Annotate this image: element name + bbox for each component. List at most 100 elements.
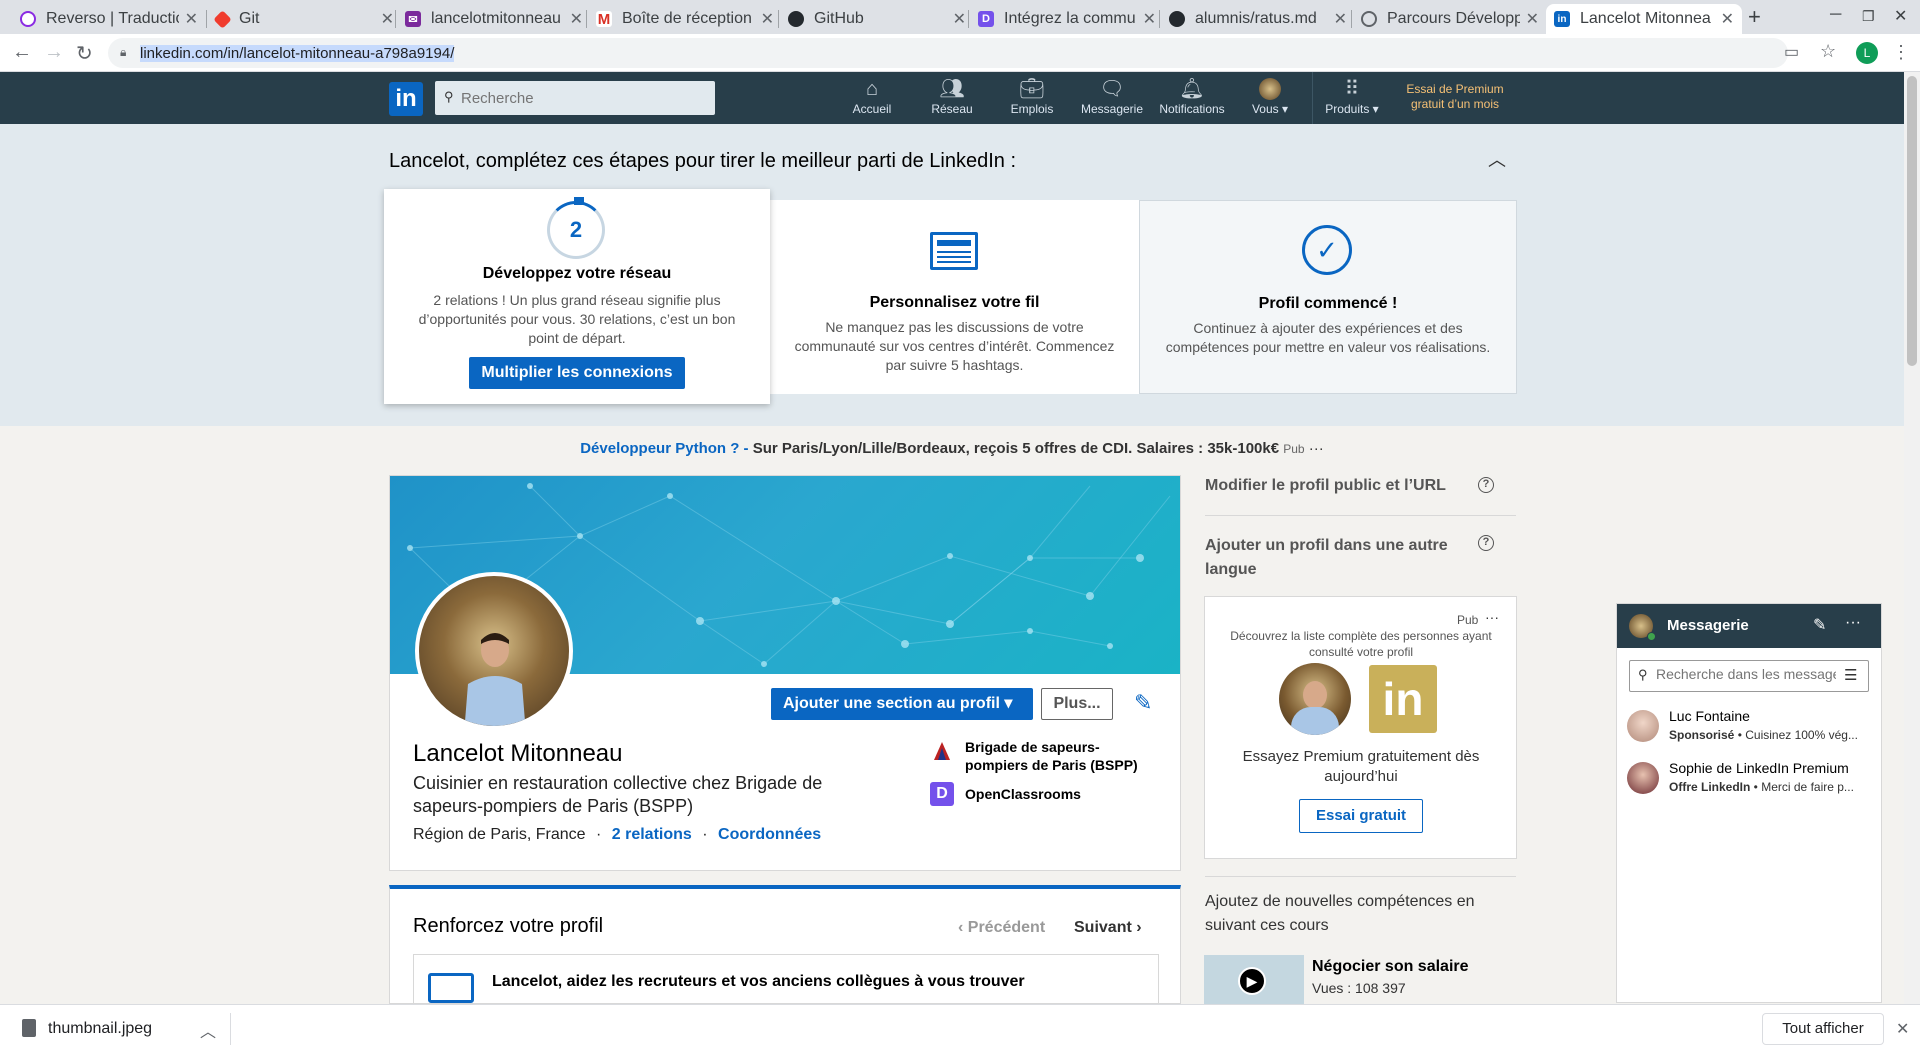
close-tab-icon[interactable]: ✕ bbox=[185, 9, 198, 29]
browser-tab-bar: Reverso | Traductio ✕ Git ✕ ✉ lancelotmi… bbox=[0, 0, 1920, 34]
close-tab-icon[interactable]: ✕ bbox=[761, 9, 774, 29]
next-button[interactable]: Suivant › bbox=[1074, 919, 1142, 937]
company-openclassrooms[interactable]: OpenClassrooms bbox=[965, 786, 1081, 802]
step-card-text: 2 relations ! Un plus grand réseau signi… bbox=[418, 292, 736, 346]
nav-messagerie[interactable]: 🗨︎ Messagerie bbox=[1070, 78, 1154, 116]
linkedin-navbar: in ⚲ ⌂ Accueil 👥︎ Réseau 💼︎ Emplois 🗨︎ M… bbox=[0, 72, 1904, 124]
filter-icon[interactable]: ☰ bbox=[1844, 666, 1857, 684]
collapse-chevron-icon[interactable]: ︿ bbox=[1488, 146, 1506, 172]
search-icon: ⚲ bbox=[444, 89, 454, 104]
previous-button[interactable]: ‹ Précédent bbox=[958, 919, 1045, 937]
profile-photo[interactable] bbox=[415, 572, 573, 730]
premium-trial-link[interactable]: Essai de Premium gratuit d’un mois bbox=[1400, 82, 1510, 112]
close-tab-icon[interactable]: ✕ bbox=[1143, 9, 1156, 29]
close-tab-icon[interactable]: ✕ bbox=[381, 9, 394, 29]
profile-headline: Cuisinier en restauration collective che… bbox=[413, 773, 823, 816]
conversation-item[interactable]: Luc Fontaine Sponsorisé • Cuisinez 100% … bbox=[1617, 704, 1881, 754]
progress-ring: 2 bbox=[547, 201, 605, 259]
tab-lancelot-mail[interactable]: ✉ lancelotmitonneau ✕ bbox=[397, 4, 591, 34]
forward-icon[interactable]: → bbox=[44, 41, 64, 64]
tab-reverso[interactable]: Reverso | Traductio ✕ bbox=[12, 4, 206, 34]
help-icon[interactable]: ? bbox=[1478, 535, 1494, 551]
close-tab-icon[interactable]: ✕ bbox=[1721, 9, 1734, 29]
messaging-search[interactable]: ⚲ ☰ bbox=[1629, 660, 1869, 692]
nav-produits[interactable]: ⠿ Produits ▾ bbox=[1310, 78, 1394, 116]
tab-gmail[interactable]: M Boîte de réception ✕ bbox=[588, 4, 782, 34]
tab-github[interactable]: GitHub ✕ bbox=[780, 4, 974, 34]
checkmark-icon: ✓ bbox=[1302, 225, 1352, 275]
nav-accueil[interactable]: ⌂ Accueil bbox=[830, 78, 914, 116]
url-text[interactable]: linkedin.com/in/lancelot-mitonneau-a798a… bbox=[140, 45, 455, 62]
tab-openclassrooms[interactable]: D Intégrez la commu ✕ bbox=[970, 4, 1164, 34]
contact-avatar bbox=[1627, 762, 1659, 794]
restore-icon[interactable]: ❐ bbox=[1862, 8, 1875, 25]
close-tab-icon[interactable]: ✕ bbox=[1526, 9, 1539, 29]
compose-icon[interactable]: ✎ bbox=[1813, 615, 1826, 635]
step-card-text: Continuez à ajouter des expériences et d… bbox=[1165, 320, 1491, 355]
chevron-up-icon[interactable]: ︿ bbox=[200, 1018, 216, 1042]
steps-heading: Lancelot, complétez ces étapes pour tire… bbox=[389, 150, 1017, 172]
nav-reseau[interactable]: 👥︎ Réseau bbox=[910, 78, 994, 116]
nav-emplois[interactable]: 💼︎ Emplois bbox=[990, 78, 1074, 116]
messaging-more-icon[interactable]: ··· bbox=[1845, 614, 1861, 632]
messaging-header[interactable]: Messagerie ✎ ··· bbox=[1617, 604, 1881, 648]
linkedin-search[interactable]: ⚲ bbox=[435, 81, 715, 115]
edit-public-profile-link[interactable]: Modifier le profil public et l’URL bbox=[1205, 477, 1446, 495]
contact-name: Sophie de LinkedIn Premium bbox=[1669, 760, 1849, 776]
profile-avatar[interactable]: L bbox=[1856, 42, 1878, 64]
minimize-icon[interactable]: ─ bbox=[1830, 6, 1841, 24]
address-bar: ← → ↻ 🔒︎ linkedin.com/in/lancelot-mitonn… bbox=[0, 34, 1920, 72]
edit-pencil-icon[interactable]: ✎ bbox=[1134, 690, 1152, 716]
ad-pub-label: Pub bbox=[1283, 442, 1305, 456]
tab-parcours[interactable]: Parcours Développ ✕ bbox=[1353, 4, 1547, 34]
scrollbar-thumb[interactable] bbox=[1907, 76, 1917, 366]
conversation-item[interactable]: Sophie de LinkedIn Premium Offre LinkedI… bbox=[1617, 756, 1881, 806]
course-title[interactable]: Négocier son salaire bbox=[1312, 958, 1469, 976]
ad-more-icon[interactable]: ··· bbox=[1485, 609, 1499, 625]
tab-github-ratus[interactable]: alumnis/ratus.md ✕ bbox=[1161, 4, 1355, 34]
close-tab-icon[interactable]: ✕ bbox=[953, 9, 966, 29]
page-scrollbar[interactable] bbox=[1904, 72, 1920, 1004]
omnibox[interactable]: 🔒︎ linkedin.com/in/lancelot-mitonneau-a7… bbox=[108, 38, 1836, 68]
search-input[interactable] bbox=[461, 87, 701, 109]
home-icon: ⌂ bbox=[865, 78, 879, 100]
company-bspp[interactable]: Brigade de sapeurs-pompiers de Paris (BS… bbox=[965, 738, 1155, 774]
step-card-feed: Personnalisez votre fil Ne manquez pas l… bbox=[770, 200, 1139, 394]
reload-icon[interactable]: ↻ bbox=[76, 41, 93, 66]
reverso-icon bbox=[20, 11, 36, 27]
network-icon: 👥︎ bbox=[939, 78, 965, 100]
ad-link[interactable]: Développeur Python ? - bbox=[580, 440, 748, 457]
more-button[interactable]: Plus... bbox=[1041, 688, 1113, 720]
cast-icon[interactable]: ▭ bbox=[1784, 42, 1799, 62]
close-window-icon[interactable]: ✕ bbox=[1894, 6, 1907, 26]
browser-menu-icon[interactable]: ⋮ bbox=[1892, 42, 1910, 63]
course-thumbnail[interactable]: ▶ bbox=[1204, 955, 1304, 1005]
tab-git[interactable]: Git ✕ bbox=[208, 4, 402, 34]
show-all-downloads-button[interactable]: Tout afficher bbox=[1762, 1013, 1884, 1045]
close-tab-icon[interactable]: ✕ bbox=[570, 9, 583, 29]
add-language-profile-link[interactable]: Ajouter un profil dans une autre langue bbox=[1205, 534, 1465, 582]
close-download-bar-icon[interactable]: ✕ bbox=[1896, 1019, 1909, 1039]
multiply-connections-button[interactable]: Multiplier les connexions bbox=[469, 357, 685, 389]
messaging-search-input[interactable] bbox=[1656, 666, 1836, 682]
downloaded-file[interactable]: thumbnail.jpeg bbox=[48, 1020, 152, 1038]
apps-grid-icon: ⠿ bbox=[1344, 78, 1360, 100]
strengthen-profile-card: Renforcez votre profil ‹ Précédent Suiva… bbox=[389, 885, 1181, 1014]
ad-more-icon[interactable]: ··· bbox=[1309, 440, 1324, 457]
close-tab-icon[interactable]: ✕ bbox=[1334, 9, 1347, 29]
help-icon[interactable]: ? bbox=[1478, 477, 1494, 493]
nav-notifications[interactable]: 🔔︎ Notifications bbox=[1150, 78, 1234, 116]
free-trial-button[interactable]: Essai gratuit bbox=[1299, 799, 1423, 833]
nav-vous[interactable]: Vous ▾ bbox=[1228, 78, 1312, 116]
relations-link[interactable]: 2 relations bbox=[612, 826, 692, 843]
linkedin-logo[interactable]: in bbox=[389, 82, 423, 116]
person-silhouette bbox=[464, 633, 526, 726]
tab-linkedin[interactable]: in Lancelot Mitonnea ✕ bbox=[1546, 4, 1742, 34]
sponsored-ad-line[interactable]: Développeur Python ? - Sur Paris/Lyon/Li… bbox=[0, 440, 1904, 457]
back-icon[interactable]: ← bbox=[12, 41, 32, 64]
new-tab-button[interactable]: + bbox=[1748, 4, 1761, 30]
contact-info-link[interactable]: Coordonnées bbox=[718, 826, 821, 843]
add-section-button[interactable]: Ajouter une section au profil ▾ bbox=[771, 688, 1033, 720]
bookmark-star-icon[interactable]: ☆ bbox=[1820, 41, 1836, 62]
newspaper-icon bbox=[930, 232, 978, 270]
